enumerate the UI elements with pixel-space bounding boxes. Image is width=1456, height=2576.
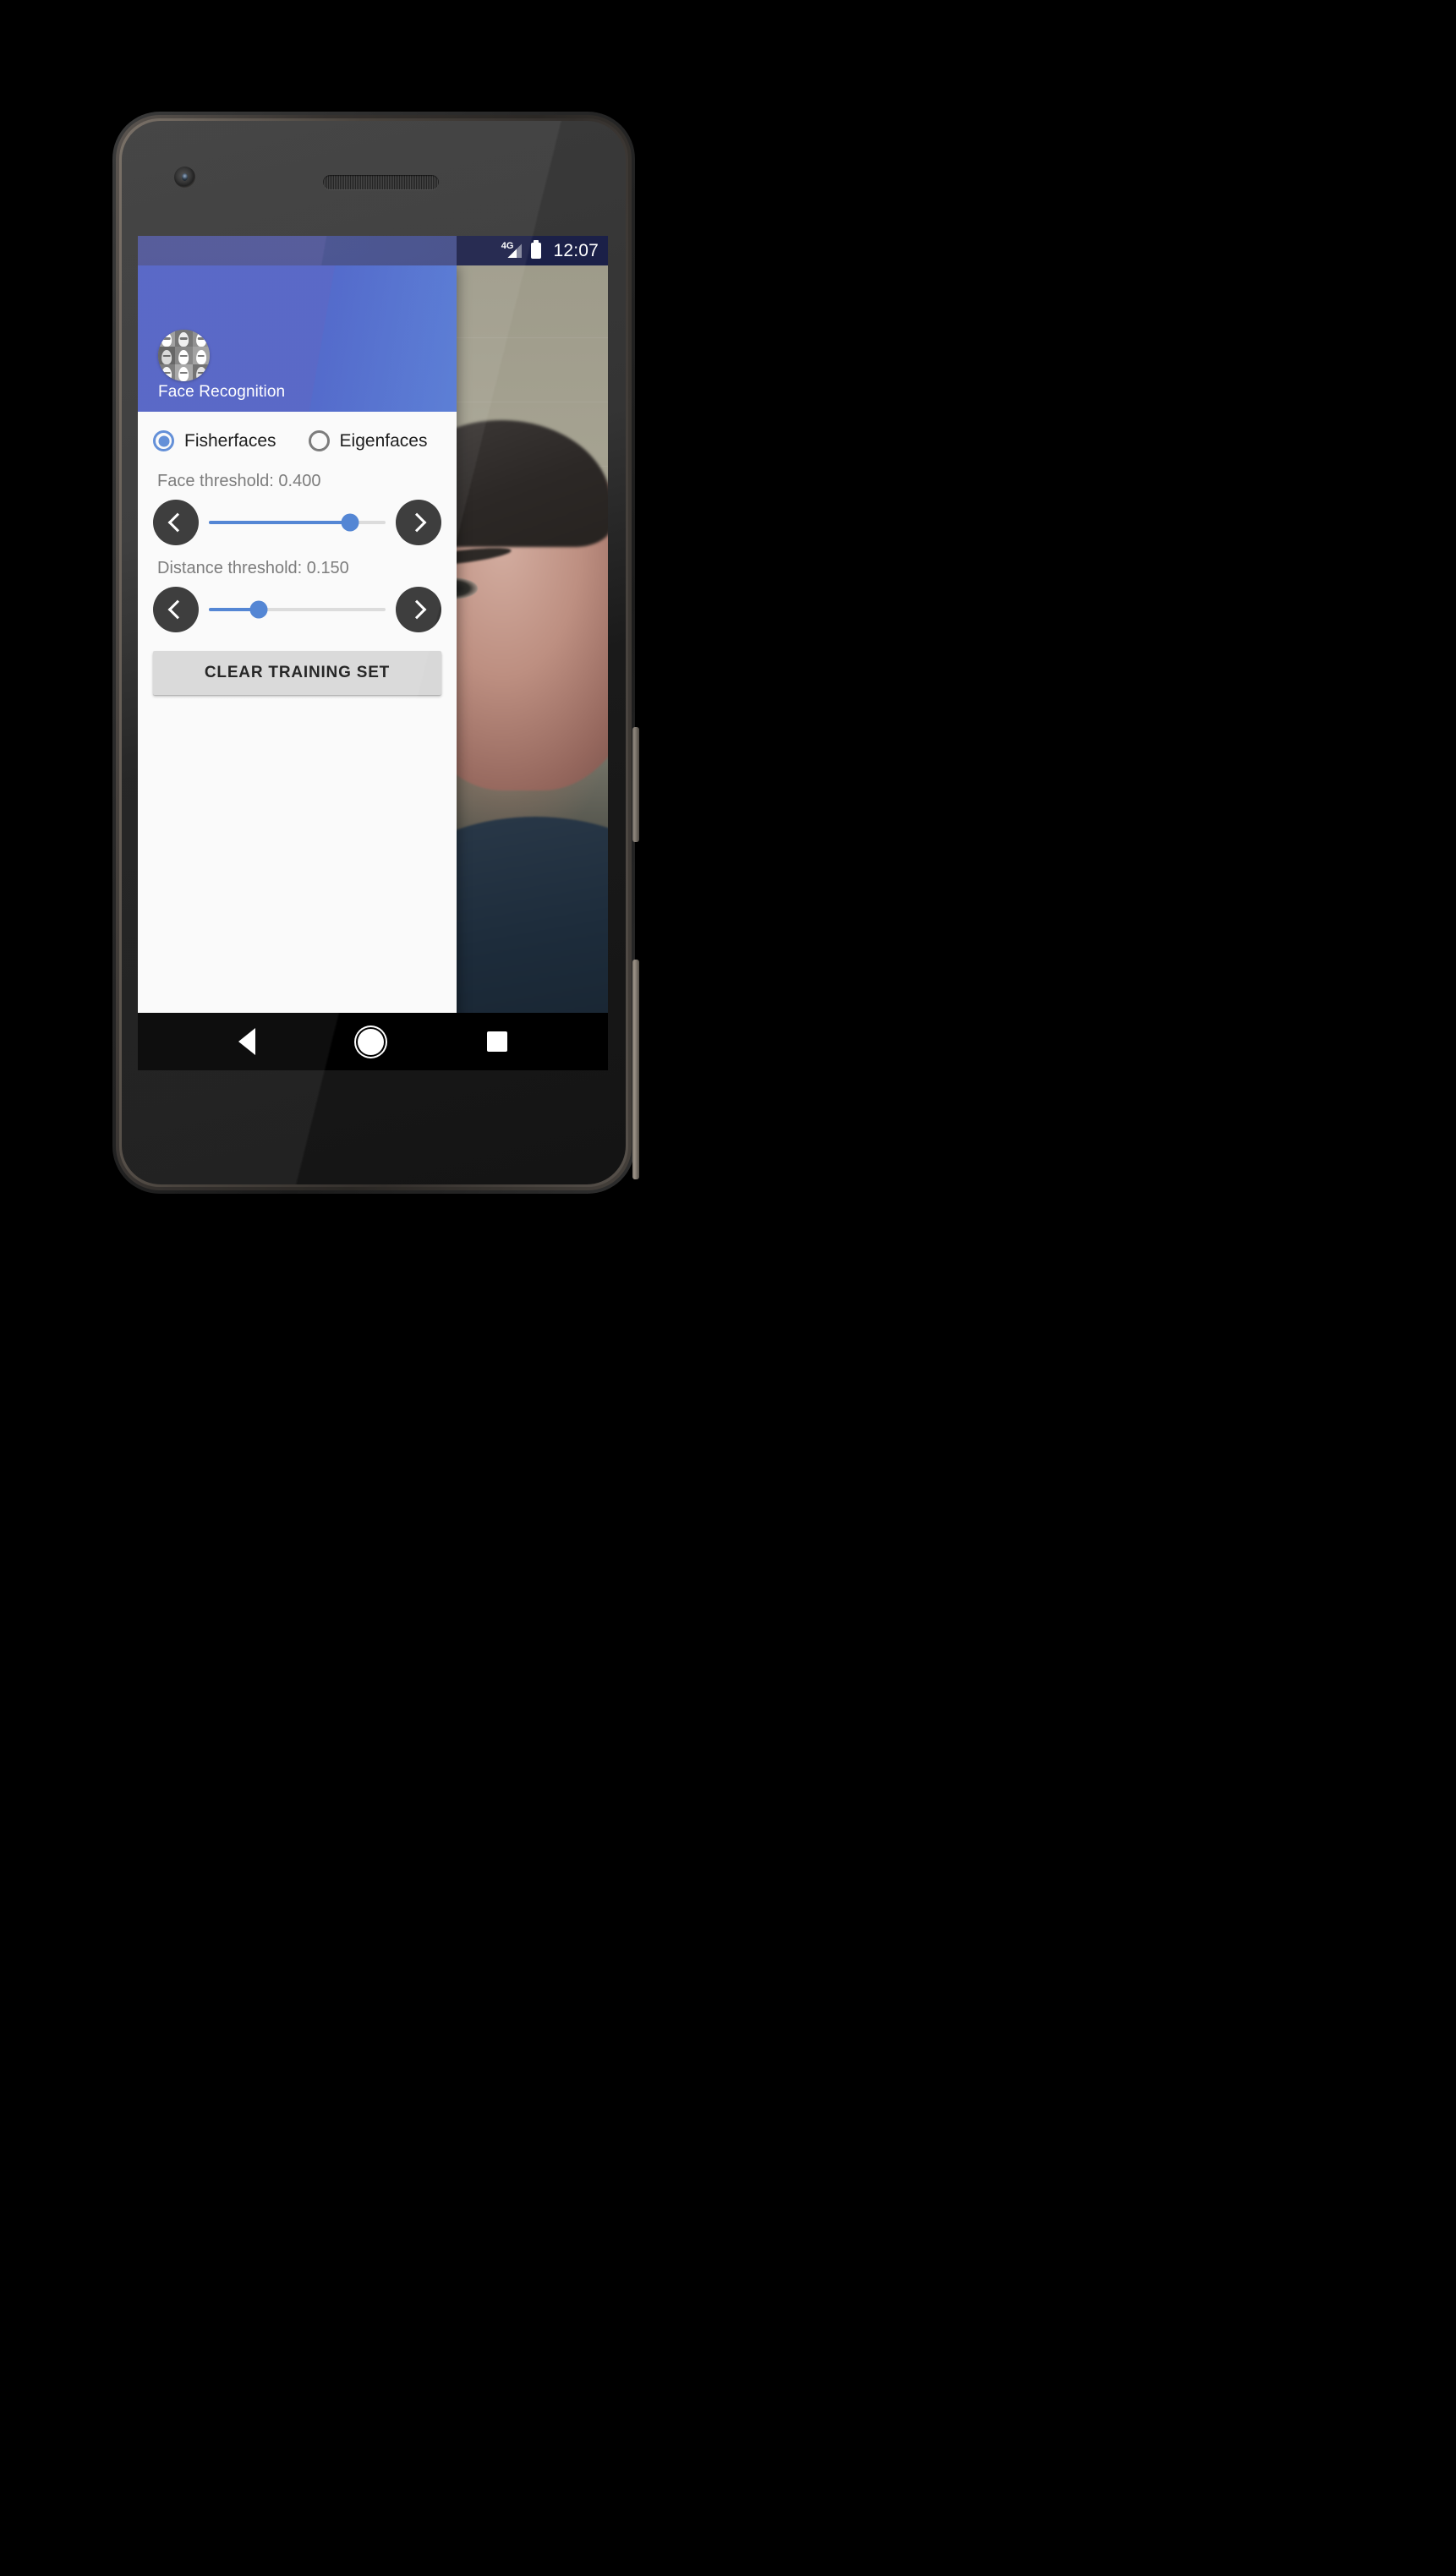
radio-unselected-icon[interactable] — [308, 430, 330, 451]
face-tile — [158, 364, 176, 381]
back-triangle-icon[interactable] — [238, 1028, 255, 1055]
distance-threshold-label: Distance threshold: 0.150 — [157, 559, 349, 577]
status-bar: 4G 12:07 — [138, 236, 608, 265]
radio-label-fisherfaces: Fisherfaces — [184, 430, 276, 451]
recents-square-icon[interactable] — [487, 1031, 508, 1052]
faces-montage-icon — [158, 330, 210, 381]
distance-threshold-increment-button[interactable] — [396, 587, 441, 632]
distance-threshold-slider[interactable] — [209, 587, 386, 632]
face-tile — [192, 330, 210, 347]
face-tile — [192, 347, 210, 364]
status-bar-icons: 4G 12:07 — [457, 236, 608, 265]
radio-option-fisherfaces[interactable]: Fisherfaces — [153, 430, 276, 451]
earpiece-speaker-icon — [323, 175, 439, 189]
chevron-right-icon — [407, 512, 427, 533]
face-tile — [175, 330, 193, 347]
face-threshold-slider[interactable] — [209, 500, 386, 545]
front-camera-icon — [174, 167, 195, 188]
chevron-right-icon — [407, 599, 427, 620]
slider-thumb[interactable] — [249, 600, 268, 619]
phone-screen: 4G 12:07 Face Recognition Fisherfaces Ei… — [138, 236, 608, 1070]
android-navigation-bar — [138, 1013, 608, 1070]
distance-threshold-row — [138, 578, 457, 632]
slider-track-fill — [209, 521, 351, 524]
signal-triangle-icon — [507, 243, 522, 258]
face-threshold-row — [138, 491, 457, 545]
clear-training-set-wrap: CLEAR TRAINING SET — [138, 632, 457, 695]
radio-selected-icon[interactable] — [153, 430, 174, 451]
face-tile — [158, 347, 176, 364]
face-threshold-decrement-button[interactable] — [153, 500, 199, 545]
app-title: Face Recognition — [158, 383, 286, 401]
face-threshold-label: Face threshold: 0.400 — [157, 472, 321, 490]
distance-threshold-decrement-button[interactable] — [153, 587, 199, 632]
face-tile — [175, 364, 193, 381]
status-bar-clock: 12:07 — [553, 240, 599, 260]
chevron-left-icon — [167, 512, 188, 533]
clear-training-set-button[interactable]: CLEAR TRAINING SET — [153, 651, 441, 695]
face-threshold-increment-button[interactable] — [396, 500, 441, 545]
radio-option-eigenfaces[interactable]: Eigenfaces — [308, 430, 428, 451]
face-tile — [158, 330, 176, 347]
status-bar-scrim — [138, 236, 457, 265]
chevron-left-icon — [167, 599, 188, 620]
face-tile — [175, 347, 193, 364]
navigation-drawer: Face Recognition Fisherfaces Eigenfaces … — [138, 265, 457, 1047]
power-button[interactable] — [632, 727, 639, 842]
algorithm-radio-group: Fisherfaces Eigenfaces — [138, 424, 457, 458]
faces-grid — [158, 330, 210, 381]
volume-button[interactable] — [632, 960, 639, 1179]
drawer-header: Face Recognition — [138, 265, 457, 412]
home-circle-icon[interactable] — [358, 1028, 385, 1055]
face-tile — [192, 364, 210, 381]
slider-thumb[interactable] — [341, 513, 359, 532]
radio-label-eigenfaces: Eigenfaces — [339, 430, 428, 451]
drawer-body: Fisherfaces Eigenfaces Face threshold: 0… — [138, 412, 457, 1047]
battery-full-icon — [531, 240, 542, 259]
